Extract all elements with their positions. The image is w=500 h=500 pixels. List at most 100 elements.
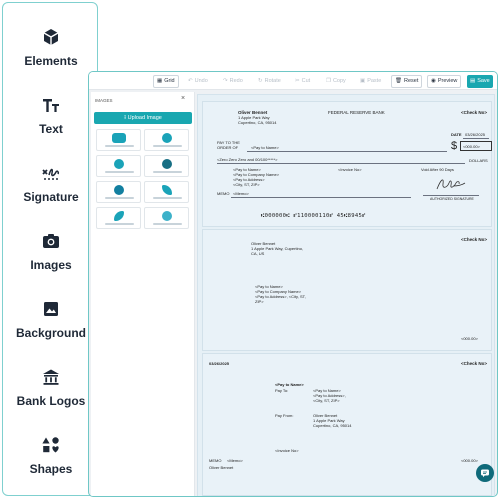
check-canvas: Oliver Bennet 1 Apple Park Way Cupertino…	[197, 94, 495, 496]
sidebar-item-images[interactable]: Images	[3, 227, 99, 287]
date-label: DATE	[451, 132, 462, 137]
redo-icon: ↷	[223, 78, 228, 84]
micr-line[interactable]: ⑆000000⑆ ⑈110000110⑈ 45⑆8945⑈	[261, 213, 366, 219]
invoice-number[interactable]: <Invoice No>	[338, 167, 362, 172]
pay-to-label-2: ORDER OF	[217, 145, 239, 150]
stub-amount[interactable]: <000.00>	[461, 458, 478, 463]
save-button[interactable]: ▤ Save	[467, 75, 493, 88]
sidebar-item-label: Text	[39, 122, 63, 136]
logo-image	[162, 159, 172, 169]
payee-field[interactable]: <Pay to Name>	[251, 145, 279, 150]
paste-button[interactable]: ▣ Paste	[357, 75, 384, 88]
camera-icon	[43, 234, 59, 248]
sidebar-item-label: Images	[30, 258, 72, 272]
close-icon[interactable]: ×	[181, 95, 185, 102]
stub-amount[interactable]: <000.00>	[461, 336, 478, 341]
amount-in-words[interactable]: <Zero Zero Zero and 00/100*****>	[217, 157, 277, 162]
logo-image	[162, 211, 172, 221]
sidebar-item-label: Signature	[23, 190, 79, 204]
copy-button[interactable]: ❐ Copy	[323, 75, 349, 88]
sidebar-item-label: Elements	[24, 54, 78, 68]
chat-icon	[481, 469, 489, 478]
images-panel: IMAGES × ⭱ Upload Image	[91, 92, 195, 496]
image-thumbnail[interactable]	[96, 129, 141, 151]
check-date[interactable]: 03/26/2025	[465, 132, 485, 137]
upload-image-button[interactable]: ⭱ Upload Image	[94, 112, 192, 124]
memo-label: MEMO	[217, 191, 230, 196]
paste-icon: ▣	[360, 78, 366, 84]
panel-title: IMAGES	[95, 98, 113, 103]
grid-button[interactable]: ▦ Grid	[153, 75, 179, 88]
image-thumbnail[interactable]	[96, 155, 141, 177]
sidebar-item-signature[interactable]: Signature	[3, 159, 99, 219]
image-icon	[44, 302, 58, 316]
pay-from-address-2[interactable]: Cupertino, CA, 95014	[313, 423, 351, 428]
logo-image	[114, 185, 124, 195]
pay-to-city[interactable]: <City, ST, ZIP>	[313, 398, 340, 403]
sidebar-item-elements[interactable]: Elements	[3, 23, 99, 83]
tool-sidebar: Elements Text Signature Images Backgroun…	[2, 2, 98, 496]
image-thumbnail[interactable]	[96, 207, 141, 229]
stub-section-2: 03/26/2025 <Check No> <Pay to Name> Pay …	[202, 353, 492, 496]
payer-name[interactable]: Oliver Bennet	[209, 465, 233, 470]
amount-box[interactable]: <000.00>	[460, 141, 492, 151]
logo-image	[114, 159, 124, 169]
cut-button[interactable]: ✂ Cut	[292, 75, 313, 88]
check-number[interactable]: <Check No>	[461, 237, 487, 242]
undo-icon: ↶	[188, 78, 193, 84]
bank-icon	[43, 369, 59, 385]
sidebar-item-bank-logos[interactable]: Bank Logos	[3, 363, 99, 423]
scissors-icon: ✂	[295, 78, 300, 84]
text-size-icon	[43, 99, 59, 112]
check-section: Oliver Bennet 1 Apple Park Way Cupertino…	[202, 101, 492, 227]
stub-date[interactable]: 03/26/2025	[209, 361, 229, 366]
address-city[interactable]: <City, ST, ZIP>	[233, 182, 260, 187]
authorized-signature-label: AUTHORIZED SIGNATURE	[430, 197, 474, 201]
image-thumbnail[interactable]	[144, 155, 189, 177]
sidebar-item-label: Bank Logos	[16, 394, 86, 408]
cube-icon	[43, 29, 59, 45]
check-number[interactable]: <Check No>	[461, 110, 487, 115]
logo-image	[162, 185, 172, 195]
stub-section-1: Oliver Bennet 1 Apple Park Way, Cupertin…	[202, 229, 492, 351]
memo-label: MEMO	[209, 458, 222, 463]
preview-button[interactable]: ◉ Preview	[427, 75, 462, 88]
sidebar-item-shapes[interactable]: Shapes	[3, 431, 99, 491]
bank-name[interactable]: FEDERAL RESERVE BANK	[328, 110, 385, 115]
pay-to-name-heading[interactable]: <Pay to Name>	[275, 382, 304, 387]
sidebar-item-text[interactable]: Text	[3, 91, 99, 151]
dollars-label: DOLLARS	[469, 158, 488, 163]
signature-icon	[42, 168, 59, 180]
reset-button[interactable]: 🗑 Reset	[391, 75, 423, 88]
image-thumbnail[interactable]	[144, 207, 189, 229]
logo-image	[162, 133, 172, 143]
void-notice[interactable]: Void After 90 Days	[421, 167, 454, 172]
undo-button[interactable]: ↶ Undo	[185, 75, 211, 88]
image-thumbnail[interactable]	[144, 129, 189, 151]
image-thumbnail[interactable]	[96, 181, 141, 203]
chat-button[interactable]	[476, 464, 494, 482]
check-editor: ▦ Grid ↶ Undo ↷ Redo ↻ Rotate ✂ Cut ❐ Copy ▣ Pa…	[88, 71, 498, 497]
shapes-icon	[42, 437, 59, 453]
logo-image	[114, 211, 124, 221]
eye-icon: ◉	[431, 78, 436, 84]
rotate-icon: ↻	[258, 78, 263, 84]
payer-address-2[interactable]: Cupertino, CA, 95014	[238, 120, 276, 125]
memo-field[interactable]: <Memo>	[233, 191, 249, 196]
redo-button[interactable]: ↷ Redo	[220, 75, 246, 88]
pay-to-zip[interactable]: ZIP>	[255, 299, 264, 304]
dollar-sign: $	[451, 140, 458, 152]
image-thumbnail[interactable]	[144, 181, 189, 203]
signature-image[interactable]	[435, 175, 467, 193]
editor-toolbar: ▦ Grid ↶ Undo ↷ Redo ↻ Rotate ✂ Cut ❐ Copy ▣ Pa…	[89, 72, 497, 90]
sidebar-item-background[interactable]: Background	[3, 295, 99, 355]
rotate-button[interactable]: ↻ Rotate	[255, 75, 284, 88]
memo-field[interactable]: <Memo>	[227, 458, 243, 463]
invoice-number[interactable]: <Invoice No>	[275, 448, 299, 453]
trash-icon: 🗑	[395, 78, 402, 84]
pay-to-label: Pay To:	[275, 388, 289, 393]
payer-address-2[interactable]: CA, US	[251, 251, 264, 256]
sidebar-item-label: Shapes	[29, 462, 73, 476]
check-number[interactable]: <Check No>	[461, 361, 487, 366]
save-icon: ▤	[470, 78, 476, 84]
